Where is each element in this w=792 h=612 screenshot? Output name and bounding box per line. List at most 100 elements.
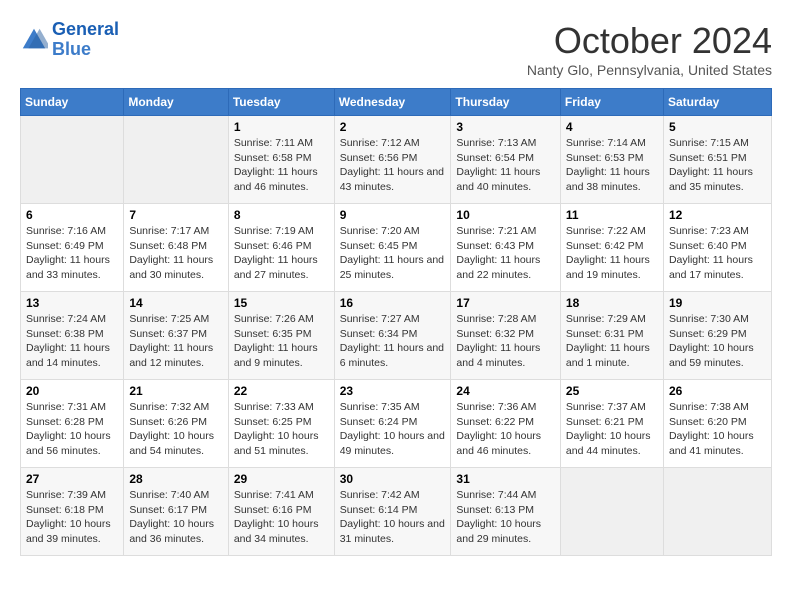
weekday-header-thursday: Thursday [451,89,561,116]
day-number: 3 [456,120,555,134]
calendar-cell: 11 Sunrise: 7:22 AM Sunset: 6:42 PM Dayli… [560,204,663,292]
title-block: October 2024 Nanty Glo, Pennsylvania, Un… [527,20,772,78]
day-detail: Sunrise: 7:13 AM Sunset: 6:54 PM Dayligh… [456,136,555,195]
day-detail: Sunrise: 7:32 AM Sunset: 6:26 PM Dayligh… [129,400,222,459]
calendar-cell: 23 Sunrise: 7:35 AM Sunset: 6:24 PM Dayli… [334,380,451,468]
calendar-body: 1 Sunrise: 7:11 AM Sunset: 6:58 PM Daylig… [21,116,772,556]
day-detail: Sunrise: 7:37 AM Sunset: 6:21 PM Dayligh… [566,400,658,459]
calendar-cell: 3 Sunrise: 7:13 AM Sunset: 6:54 PM Daylig… [451,116,561,204]
calendar-cell: 8 Sunrise: 7:19 AM Sunset: 6:46 PM Daylig… [228,204,334,292]
calendar-week-row: 6Sunrise: 7:16 AM Sunset: 6:49 PM Daylig… [21,204,772,292]
day-detail: Sunrise: 7:41 AM Sunset: 6:16 PM Dayligh… [234,488,329,547]
day-detail: Sunrise: 7:23 AM Sunset: 6:40 PM Dayligh… [669,224,766,283]
day-number: 27 [26,472,118,486]
weekday-header-sunday: Sunday [21,89,124,116]
calendar-cell: 26 Sunrise: 7:38 AM Sunset: 6:20 PM Dayli… [663,380,771,468]
day-number: 17 [456,296,555,310]
calendar-week-row: 13 Sunrise: 7:24 AM Sunset: 6:38 PM Dayli… [21,292,772,380]
logo-text: General Blue [52,20,119,60]
calendar-week-row: 27Sunrise: 7:39 AM Sunset: 6:18 PM Dayli… [21,468,772,556]
calendar-table: SundayMondayTuesdayWednesdayThursdayFrid… [20,88,772,556]
calendar-cell: 4 Sunrise: 7:14 AM Sunset: 6:53 PM Daylig… [560,116,663,204]
weekday-header-friday: Friday [560,89,663,116]
calendar-cell: 10 Sunrise: 7:21 AM Sunset: 6:43 PM Dayli… [451,204,561,292]
day-detail: Sunrise: 7:24 AM Sunset: 6:38 PM Dayligh… [26,312,118,371]
month-title: October 2024 [527,20,772,62]
day-number: 23 [340,384,446,398]
calendar-cell: 24Sunrise: 7:36 AM Sunset: 6:22 PM Dayli… [451,380,561,468]
day-number: 21 [129,384,222,398]
calendar-week-row: 20Sunrise: 7:31 AM Sunset: 6:28 PM Dayli… [21,380,772,468]
day-detail: Sunrise: 7:26 AM Sunset: 6:35 PM Dayligh… [234,312,329,371]
logo-icon [20,26,48,54]
calendar-cell: 29Sunrise: 7:41 AM Sunset: 6:16 PM Dayli… [228,468,334,556]
day-number: 4 [566,120,658,134]
calendar-cell: 19 Sunrise: 7:30 AM Sunset: 6:29 PM Dayli… [663,292,771,380]
day-number: 25 [566,384,658,398]
day-number: 10 [456,208,555,222]
calendar-cell: 14 Sunrise: 7:25 AM Sunset: 6:37 PM Dayli… [124,292,228,380]
day-detail: Sunrise: 7:25 AM Sunset: 6:37 PM Dayligh… [129,312,222,371]
day-number: 14 [129,296,222,310]
calendar-cell: 12 Sunrise: 7:23 AM Sunset: 6:40 PM Dayli… [663,204,771,292]
calendar-cell [21,116,124,204]
day-number: 1 [234,120,329,134]
day-detail: Sunrise: 7:22 AM Sunset: 6:42 PM Dayligh… [566,224,658,283]
day-number: 5 [669,120,766,134]
day-detail: Sunrise: 7:20 AM Sunset: 6:45 PM Dayligh… [340,224,446,283]
logo-line2: Blue [52,39,91,59]
day-detail: Sunrise: 7:12 AM Sunset: 6:56 PM Dayligh… [340,136,446,195]
calendar-cell: 7Sunrise: 7:17 AM Sunset: 6:48 PM Daylig… [124,204,228,292]
day-number: 19 [669,296,766,310]
calendar-cell: 22 Sunrise: 7:33 AM Sunset: 6:25 PM Dayli… [228,380,334,468]
calendar-cell: 1 Sunrise: 7:11 AM Sunset: 6:58 PM Daylig… [228,116,334,204]
day-number: 11 [566,208,658,222]
day-detail: Sunrise: 7:21 AM Sunset: 6:43 PM Dayligh… [456,224,555,283]
calendar-cell: 25 Sunrise: 7:37 AM Sunset: 6:21 PM Dayli… [560,380,663,468]
calendar-cell: 17 Sunrise: 7:28 AM Sunset: 6:32 PM Dayli… [451,292,561,380]
day-number: 26 [669,384,766,398]
weekday-header-tuesday: Tuesday [228,89,334,116]
calendar-cell: 30Sunrise: 7:42 AM Sunset: 6:14 PM Dayli… [334,468,451,556]
location: Nanty Glo, Pennsylvania, United States [527,62,772,78]
calendar-cell: 6Sunrise: 7:16 AM Sunset: 6:49 PM Daylig… [21,204,124,292]
day-detail: Sunrise: 7:16 AM Sunset: 6:49 PM Dayligh… [26,224,118,283]
calendar-cell: 15 Sunrise: 7:26 AM Sunset: 6:35 PM Dayli… [228,292,334,380]
day-number: 13 [26,296,118,310]
day-number: 12 [669,208,766,222]
calendar-cell: 20Sunrise: 7:31 AM Sunset: 6:28 PM Dayli… [21,380,124,468]
day-detail: Sunrise: 7:14 AM Sunset: 6:53 PM Dayligh… [566,136,658,195]
weekday-header-monday: Monday [124,89,228,116]
calendar-cell: 27Sunrise: 7:39 AM Sunset: 6:18 PM Dayli… [21,468,124,556]
day-detail: Sunrise: 7:19 AM Sunset: 6:46 PM Dayligh… [234,224,329,283]
calendar-cell: 5Sunrise: 7:15 AM Sunset: 6:51 PM Daylig… [663,116,771,204]
day-number: 20 [26,384,118,398]
day-detail: Sunrise: 7:44 AM Sunset: 6:13 PM Dayligh… [456,488,555,547]
day-detail: Sunrise: 7:33 AM Sunset: 6:25 PM Dayligh… [234,400,329,459]
day-detail: Sunrise: 7:30 AM Sunset: 6:29 PM Dayligh… [669,312,766,371]
day-number: 22 [234,384,329,398]
day-detail: Sunrise: 7:11 AM Sunset: 6:58 PM Dayligh… [234,136,329,195]
calendar-cell: 13 Sunrise: 7:24 AM Sunset: 6:38 PM Dayli… [21,292,124,380]
day-number: 2 [340,120,446,134]
day-detail: Sunrise: 7:35 AM Sunset: 6:24 PM Dayligh… [340,400,446,459]
calendar-week-row: 1 Sunrise: 7:11 AM Sunset: 6:58 PM Daylig… [21,116,772,204]
day-number: 9 [340,208,446,222]
calendar-cell [124,116,228,204]
calendar-cell [560,468,663,556]
calendar-header: SundayMondayTuesdayWednesdayThursdayFrid… [21,89,772,116]
calendar-cell: 9 Sunrise: 7:20 AM Sunset: 6:45 PM Daylig… [334,204,451,292]
day-detail: Sunrise: 7:36 AM Sunset: 6:22 PM Dayligh… [456,400,555,459]
calendar-cell: 18Sunrise: 7:29 AM Sunset: 6:31 PM Dayli… [560,292,663,380]
day-number: 16 [340,296,446,310]
day-number: 15 [234,296,329,310]
day-number: 8 [234,208,329,222]
day-detail: Sunrise: 7:28 AM Sunset: 6:32 PM Dayligh… [456,312,555,371]
weekday-header-saturday: Saturday [663,89,771,116]
logo: General Blue [20,20,119,60]
calendar-cell: 28Sunrise: 7:40 AM Sunset: 6:17 PM Dayli… [124,468,228,556]
calendar-cell: 31Sunrise: 7:44 AM Sunset: 6:13 PM Dayli… [451,468,561,556]
day-detail: Sunrise: 7:40 AM Sunset: 6:17 PM Dayligh… [129,488,222,547]
day-detail: Sunrise: 7:38 AM Sunset: 6:20 PM Dayligh… [669,400,766,459]
day-detail: Sunrise: 7:27 AM Sunset: 6:34 PM Dayligh… [340,312,446,371]
